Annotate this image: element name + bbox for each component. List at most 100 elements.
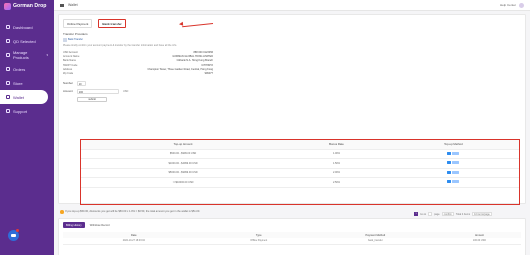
sidebar-item-label: Support: [13, 108, 28, 114]
total-items: Total 4 Items: [455, 212, 471, 216]
app-name: Gorman Drop: [13, 3, 47, 9]
sidebar-nav: Dashboard QD Selected Manage Products ▾ …: [0, 20, 54, 118]
info-icon: [60, 210, 64, 214]
bonus-rate-table: Top-up Amount Bonus Rate Top-up Method $…: [81, 140, 519, 188]
support-icon: [6, 109, 10, 113]
section-title: Transfer Providers: [63, 32, 88, 36]
goto-label: Go to: [420, 212, 427, 216]
card-icon: [447, 170, 452, 174]
bonus-note: If you top-up $50.00, discounts you get …: [60, 210, 200, 214]
payment-method-icons: [447, 170, 460, 174]
chevron-down-icon: ▾: [46, 53, 48, 57]
date-cell: 2022-10-27 18:03:04: [63, 238, 205, 245]
bank-logo-text: Bank Transfer: [68, 37, 83, 41]
sidebar: Gorman Drop Dashboard QD Selected Manage…: [0, 0, 54, 255]
bonus-cell: 2.00%: [285, 168, 388, 178]
sidebar-item-support[interactable]: Support: [0, 104, 54, 118]
sidebar-item-label: Dashboard: [13, 24, 33, 30]
sidebar-item-label: Orders: [13, 66, 26, 72]
method-cell: bank_transfer: [312, 238, 438, 245]
card-icon: [447, 180, 452, 184]
page-button-current[interactable]: 1: [414, 212, 418, 216]
tab-withdraw-record[interactable]: Withdraw Record: [87, 222, 113, 228]
page-input[interactable]: [428, 212, 433, 216]
selected-icon: [6, 39, 10, 43]
detail-row: Zip Code 999077: [63, 71, 213, 75]
amount-input[interactable]: 100: [77, 88, 119, 94]
note-text: If you top-up $50.00, discounts you get …: [65, 210, 201, 214]
bonus-cell: 1.50%: [285, 158, 388, 169]
column-header: Top-up Method: [387, 140, 519, 150]
amount-row: Amount 100 USD: [63, 88, 521, 94]
payment-method-icons: [447, 161, 460, 165]
card-icon: [447, 161, 452, 165]
page-size-select[interactable]: 10 items/page: [472, 212, 492, 216]
table-row: $1000.00 - $4999.00 USD 1.50%: [81, 158, 519, 169]
store-icon: [6, 81, 10, 85]
sidebar-item-dashboard[interactable]: Dashboard: [0, 20, 54, 34]
app-logo[interactable]: Gorman Drop: [0, 0, 54, 12]
sidebar-item-wallet[interactable]: Wallet: [0, 90, 48, 104]
amount-cell: $500.00 - $999.00 USD: [81, 149, 286, 159]
help-center-link[interactable]: Help Center: [500, 3, 516, 7]
wallet-icon: [6, 95, 10, 99]
table-row: $500.00 - $999.00 USD 1.00%: [81, 149, 519, 159]
orders-icon: [6, 67, 10, 71]
detail-label: Bank Name: [63, 59, 77, 63]
method-cell: [387, 149, 519, 159]
detail-value: Champion Tower, Three Garden Road, Centr…: [147, 67, 213, 71]
history-tabs: Billing History Withdraw Record: [63, 222, 521, 228]
detail-value: Citibank N.A. Hong Kong Branch: [176, 59, 213, 63]
number-input[interactable]: 10: [77, 80, 86, 86]
sidebar-item-qd-selected[interactable]: QD Selected: [0, 34, 54, 48]
tab-bank-transfer[interactable]: Bank transfer: [98, 19, 126, 28]
payment-tabs: Online Payment Bank transfer: [63, 19, 521, 28]
type-cell: Offline Payment: [204, 238, 313, 245]
bonus-cell: 2.50%: [285, 177, 388, 188]
detail-value: 999077: [204, 72, 213, 76]
menu-icon[interactable]: [60, 3, 64, 7]
table-row: $5000.00 - $9999.00 USD 2.00%: [81, 168, 519, 178]
tab-online-payment[interactable]: Online Payment: [63, 19, 93, 28]
bank-section: Transfer Providers Bank Transfer Please …: [63, 32, 521, 76]
arrow-head-icon: [178, 21, 184, 26]
amount-cell: 100.00 USD: [437, 238, 521, 245]
table-row: >=$10000.00 USD 2.50%: [81, 177, 519, 188]
table-row: 2022-10-27 18:03:04 Offline Payment bank…: [63, 238, 521, 245]
topbar: Wallet Help Center: [54, 0, 530, 11]
page-label: page: [434, 212, 440, 216]
detail-label: SWIFT Code: [63, 63, 78, 67]
detail-label: Account Name: [63, 54, 80, 58]
pagination: 1 Go to page confirm Total 4 Items 10 it…: [414, 212, 492, 216]
sidebar-item-store[interactable]: Store: [0, 76, 54, 90]
paypal-icon: [452, 161, 460, 165]
card-icon: [447, 151, 452, 155]
amount-cell: $5000.00 - $9999.00 USD: [81, 168, 286, 178]
sidebar-item-manage-products[interactable]: Manage Products ▾: [0, 48, 54, 62]
method-cell: [387, 158, 519, 169]
sidebar-item-orders[interactable]: Orders: [0, 62, 54, 76]
column-header: Bonus Rate: [285, 140, 388, 150]
bank-icon: [63, 38, 67, 42]
bonus-rate-table-highlight: Top-up Amount Bonus Rate Top-up Method $…: [80, 139, 520, 205]
submit-button[interactable]: submit: [77, 96, 107, 102]
detail-label: Address: [63, 67, 73, 71]
dashboard-icon: [6, 25, 10, 29]
paypal-icon: [452, 151, 460, 155]
avatar[interactable]: [519, 2, 524, 8]
bank-details: USD Account 888 000 0123456 Account Name G…: [63, 50, 213, 76]
amount-label: Amount: [63, 89, 73, 94]
annotation-arrow: [178, 21, 214, 28]
history-card: Billing History Withdraw Record Date Typ…: [58, 218, 526, 255]
detail-label: USD Account: [63, 50, 78, 54]
amount-cell: $1000.00 - $4999.00 USD: [81, 158, 286, 169]
detail-label: Zip Code: [63, 72, 74, 76]
column-header: Top-up Amount: [81, 140, 286, 150]
confirm-button[interactable]: confirm: [441, 212, 454, 216]
tab-billing-history[interactable]: Billing History: [63, 222, 85, 228]
payment-method-icons: [447, 151, 460, 155]
detail-value: 888 000 0123456: [193, 50, 213, 54]
topbar-right: Help Center: [500, 2, 524, 8]
method-cell: [387, 168, 519, 178]
sidebar-item-label: Manage Products: [12, 50, 29, 60]
